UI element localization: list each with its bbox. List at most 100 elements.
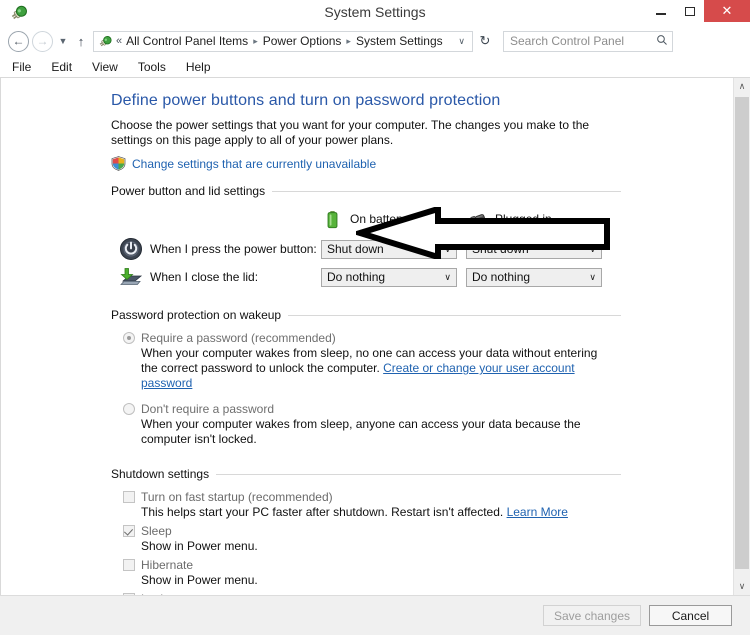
breadcrumb-item-power-options[interactable]: Power Options — [263, 34, 342, 48]
refresh-button[interactable]: ↻ — [474, 31, 496, 52]
fast-startup-description: This helps start your PC faster after sh… — [141, 505, 733, 520]
power-button-plugged-in-select[interactable]: Shut down ∨ — [466, 239, 602, 259]
minimize-button[interactable] — [646, 0, 675, 22]
password-section-header: Password protection on wakeup — [111, 308, 621, 322]
settings-pane: Define power buttons and turn on passwor… — [1, 78, 733, 595]
column-header-plugged-in: Plugged in — [466, 209, 611, 229]
divider — [288, 314, 621, 316]
search-input[interactable]: Search Control Panel — [503, 30, 673, 52]
fast-startup-description-text: This helps start your PC faster after sh… — [141, 505, 504, 519]
require-password-option[interactable]: Require a password (recommended) When yo… — [123, 331, 733, 391]
dont-require-password-label: Don't require a password — [141, 402, 275, 416]
require-password-label: Require a password (recommended) — [141, 331, 336, 345]
power-table-header-row: On battery Plugged in — [119, 207, 733, 231]
hibernate-item[interactable]: Hibernate Show in Power menu. — [123, 558, 733, 588]
power-settings-table: On battery Plugged in When I press the p… — [119, 207, 733, 291]
password-section-label: Password protection on wakeup — [111, 308, 282, 322]
power-plug-icon — [98, 34, 113, 49]
menu-item-view[interactable]: View — [92, 60, 118, 74]
sleep-item[interactable]: Sleep Show in Power menu. — [123, 524, 733, 554]
power-section-label: Power button and lid settings — [111, 184, 266, 198]
close-button[interactable]: ✕ — [704, 0, 750, 22]
power-button-icon — [119, 237, 143, 261]
chevron-down-icon: ∨ — [589, 271, 596, 282]
column-header-on-battery: On battery — [321, 209, 466, 229]
learn-more-link[interactable]: Learn More — [507, 505, 568, 519]
fast-startup-item[interactable]: Turn on fast startup (recommended) This … — [123, 490, 733, 520]
close-lid-plugged-in-select[interactable]: Do nothing ∨ — [466, 267, 602, 287]
forward-button[interactable]: → — [32, 30, 53, 52]
close-lid-on-battery-select[interactable]: Do nothing ∨ — [321, 267, 457, 287]
chevron-down-icon: ∨ — [589, 243, 596, 254]
breadcrumb-item-all-control-panel-items[interactable]: All Control Panel Items — [126, 34, 248, 48]
power-button-on-battery-select[interactable]: Shut down ∨ — [321, 239, 457, 259]
back-button[interactable]: ← — [8, 30, 29, 52]
close-lid-plugged-in-cell: Do nothing ∨ — [466, 267, 611, 287]
window-controls: ✕ — [646, 0, 750, 24]
dont-require-password-radio[interactable] — [123, 403, 135, 415]
shutdown-section-label: Shutdown settings — [111, 467, 210, 481]
dont-require-password-description: When your computer wakes from sleep, any… — [141, 417, 581, 446]
menu-bar: File Edit View Tools Help — [0, 56, 750, 77]
divider — [216, 473, 621, 475]
fast-startup-checkbox[interactable] — [123, 491, 135, 503]
chevron-down-icon[interactable]: ∨ — [453, 36, 470, 47]
selected-value: Do nothing — [327, 270, 386, 284]
menu-item-tools[interactable]: Tools — [138, 60, 166, 74]
maximize-icon — [684, 6, 695, 16]
hibernate-label: Hibernate — [141, 558, 194, 572]
vertical-scrollbar[interactable]: ∧ ∨ — [733, 78, 750, 595]
save-changes-button[interactable]: Save changes — [542, 605, 641, 626]
close-lid-row-label-cell: When I close the lid: — [119, 265, 321, 289]
breadcrumb-item-system-settings[interactable]: System Settings — [356, 34, 443, 48]
chevron-right-icon: ▸ — [253, 35, 258, 46]
divider — [272, 190, 621, 192]
page-title: Define power buttons and turn on passwor… — [111, 92, 501, 109]
menu-item-help[interactable]: Help — [186, 60, 211, 74]
cancel-button[interactable]: Cancel — [649, 605, 732, 626]
scrollbar-thumb[interactable] — [735, 97, 749, 569]
search-placeholder: Search Control Panel — [510, 34, 625, 48]
dont-require-password-option[interactable]: Don't require a password When your compu… — [123, 402, 733, 447]
column-label-plugged-in: Plugged in — [495, 212, 552, 226]
chevron-down-icon: ∨ — [444, 271, 451, 282]
content-area: Define power buttons and turn on passwor… — [0, 77, 750, 595]
scroll-down-button[interactable]: ∨ — [734, 578, 750, 595]
history-dropdown-button[interactable]: ▼ — [56, 36, 70, 46]
maximize-button[interactable] — [675, 0, 704, 22]
menu-item-file[interactable]: File — [12, 60, 31, 74]
uac-shield-icon — [111, 156, 126, 171]
system-settings-window: System Settings ✕ ← → ▼ ↑ « All Control … — [0, 0, 750, 640]
fast-startup-label: Turn on fast startup (recommended) — [141, 490, 333, 504]
shutdown-options-list: Turn on fast startup (recommended) This … — [123, 490, 733, 595]
shutdown-section-header: Shutdown settings — [111, 467, 621, 481]
search-icon — [656, 34, 668, 49]
power-plug-icon — [466, 209, 488, 229]
battery-icon — [321, 209, 343, 229]
breadcrumb-overflow-icon[interactable]: « — [116, 35, 122, 47]
column-label-on-battery: On battery — [350, 212, 407, 226]
change-settings-link[interactable]: Change settings that are currently unava… — [132, 157, 376, 171]
intro-text: Choose the power settings that you want … — [111, 118, 590, 147]
laptop-lid-icon — [119, 265, 143, 289]
require-password-description: When your computer wakes from sleep, no … — [141, 346, 613, 391]
close-lid-on-battery-cell: Do nothing ∨ — [321, 267, 466, 287]
require-password-radio[interactable] — [123, 332, 135, 344]
selected-value: Do nothing — [472, 270, 531, 284]
sleep-checkbox[interactable] — [123, 525, 135, 537]
hibernate-checkbox[interactable] — [123, 559, 135, 571]
breadcrumb[interactable]: « All Control Panel Items ▸ Power Option… — [93, 30, 473, 52]
power-button-row: When I press the power button: Shut down… — [119, 235, 733, 263]
menu-item-edit[interactable]: Edit — [51, 60, 72, 74]
power-button-row-label-cell: When I press the power button: — [119, 237, 321, 261]
power-button-plugged-in-cell: Shut down ∨ — [466, 239, 611, 259]
title-bar: System Settings ✕ — [0, 0, 750, 26]
selected-value: Shut down — [472, 242, 529, 256]
sleep-label: Sleep — [141, 524, 172, 538]
scroll-up-button[interactable]: ∧ — [734, 78, 750, 95]
address-bar: ← → ▼ ↑ « All Control Panel Items ▸ Powe… — [0, 26, 750, 56]
hibernate-description: Show in Power menu. — [141, 573, 258, 587]
change-settings-link-row[interactable]: Change settings that are currently unava… — [111, 156, 733, 171]
up-button[interactable]: ↑ — [72, 34, 90, 49]
power-button-row-label: When I press the power button: — [150, 242, 317, 256]
